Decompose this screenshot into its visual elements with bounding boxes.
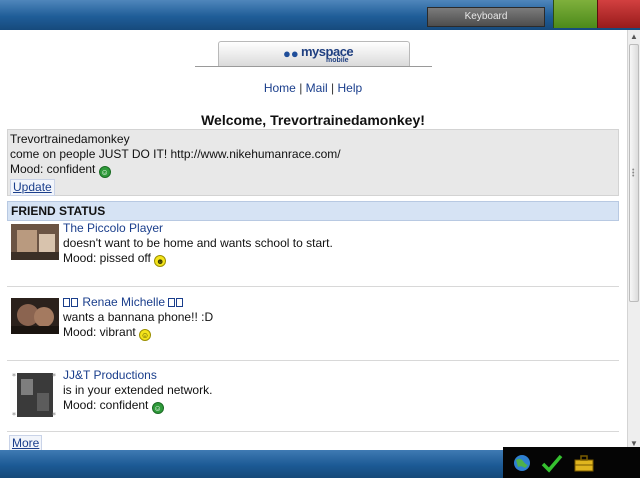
svg-text:*: * — [12, 411, 16, 419]
scroll-thumb[interactable]: • • • — [629, 44, 639, 302]
globe-icon[interactable] — [511, 453, 533, 473]
my-status-box: Trevortrainedamonkey come on people JUST… — [7, 129, 619, 196]
status-username: Trevortrainedamonkey — [10, 132, 130, 146]
svg-text:*: * — [52, 372, 56, 381]
people-icon: ●● — [283, 46, 299, 61]
friend-avatar[interactable] — [11, 224, 59, 260]
nav-separator: | — [331, 81, 335, 95]
divider — [7, 286, 619, 287]
smiley-icon: ☻ — [154, 255, 167, 267]
svg-text:*: * — [12, 372, 16, 381]
top-nav: Home | Mail | Help — [7, 81, 619, 95]
friend-mood-text: Mood: pissed off — [63, 251, 151, 265]
checkmark-icon[interactable] — [541, 453, 563, 473]
status-mood-text: Mood: confident — [10, 162, 96, 176]
smiley-icon: ☺ — [151, 402, 164, 414]
smiley-icon: ☺ — [98, 166, 111, 178]
grip-icon: • • • — [632, 167, 635, 180]
keyboard-button[interactable]: Keyboard — [427, 7, 545, 27]
friend-name-link[interactable]: JJ&T Productions — [63, 368, 157, 382]
update-button[interactable]: Update — [10, 179, 55, 196]
friend-avatar[interactable] — [11, 298, 59, 334]
friend-status-text: is in your extended network. — [63, 383, 213, 397]
scroll-up-icon[interactable]: ▲ — [628, 30, 640, 43]
more-button[interactable]: More — [9, 435, 43, 450]
vertical-scrollbar[interactable]: ▲ • • • ▼ — [627, 30, 640, 450]
friend-status-text: wants a bannana phone!! :D — [63, 310, 214, 324]
unknown-glyph-icon — [63, 298, 70, 307]
friend-name-link[interactable]: The Piccolo Player — [63, 221, 163, 235]
nav-home-link[interactable]: Home — [264, 81, 296, 95]
svg-text:*: * — [52, 411, 56, 419]
friend-mood-text: Mood: confident — [63, 398, 149, 412]
logo-sub: mobile — [326, 57, 349, 64]
friend-status-text: doesn't want to be home and wants school… — [63, 236, 333, 250]
myspace-logo: ●● myspace mobile — [218, 41, 410, 67]
nav-help-link[interactable]: Help — [337, 81, 362, 95]
page-content: ●● myspace mobile Home | Mail | Help Wel… — [7, 30, 619, 450]
welcome-heading: Welcome, Trevortrainedamonkey! — [201, 112, 425, 128]
friend-avatar[interactable]: * * * * — [11, 371, 59, 419]
status-mood: Mood: confident ☺ — [10, 162, 616, 178]
divider — [7, 360, 619, 361]
smiley-icon: ☺ — [139, 329, 152, 341]
logo-divider — [195, 66, 432, 67]
friend-name-link[interactable]: Renae Michelle — [82, 295, 165, 309]
nav-separator: | — [299, 81, 303, 95]
friend-status-header: FRIEND STATUS — [7, 201, 619, 221]
top-bar: Keyboard — [0, 0, 640, 30]
green-action-button[interactable] — [553, 0, 597, 28]
nav-mail-link[interactable]: Mail — [306, 81, 328, 95]
divider — [7, 431, 619, 432]
system-tray — [503, 447, 640, 478]
briefcase-icon[interactable] — [573, 453, 595, 473]
friend-mood-text: Mood: vibrant — [63, 325, 136, 339]
red-close-button[interactable] — [597, 0, 640, 28]
status-message: come on people JUST DO IT! http://www.ni… — [10, 147, 341, 161]
unknown-glyph-icon — [176, 298, 184, 307]
unknown-glyph-icon — [168, 298, 176, 307]
unknown-glyph-icon — [71, 298, 78, 307]
